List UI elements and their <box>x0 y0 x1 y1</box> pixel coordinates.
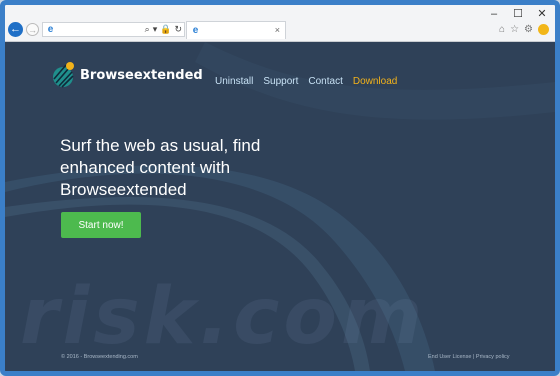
refresh-icon[interactable]: ↻ <box>174 24 182 35</box>
site-logo[interactable]: Browseextended <box>52 61 203 89</box>
window-controls: – ☐ ✕ <box>487 8 549 20</box>
close-window-icon[interactable]: ✕ <box>535 8 549 20</box>
maximize-icon[interactable]: ☐ <box>511 8 525 20</box>
back-button-icon[interactable]: ← <box>8 22 23 37</box>
address-tools: ⌕ ▾ 🔒 ↻ <box>145 24 182 35</box>
logo-globe-icon <box>52 61 74 89</box>
forward-button-icon[interactable]: → <box>26 23 39 36</box>
tab-ie-icon: e <box>192 25 199 36</box>
search-icon[interactable]: ⌕ <box>145 24 150 35</box>
minimize-icon[interactable]: – <box>487 8 501 20</box>
logo-text: Browseextended <box>80 67 203 83</box>
address-bar[interactable]: e ⌕ ▾ 🔒 ↻ <box>42 22 185 37</box>
footer-links[interactable]: End User License | Privacy policy <box>428 354 510 360</box>
hero-headline: Surf the web as usual, find enhanced con… <box>60 136 261 199</box>
ie-icon: e <box>47 24 54 35</box>
favorites-icon[interactable]: ☆ <box>510 24 519 35</box>
feedback-smiley-icon[interactable] <box>538 24 549 35</box>
browser-window: – ☐ ✕ ← → e ⌕ ▾ 🔒 ↻ e × ⌂ ☆ ⚙ risk.com B… <box>0 0 560 376</box>
nav-contact-link[interactable]: Contact <box>308 76 342 87</box>
main-nav: Uninstall Support Contact Download <box>215 76 397 87</box>
browser-tab[interactable]: e × <box>186 21 286 39</box>
lock-icon[interactable]: 🔒 <box>160 24 171 35</box>
watermark-text: risk.com <box>20 272 427 362</box>
start-now-button[interactable]: Start now! <box>61 212 141 238</box>
dropdown-icon[interactable]: ▾ <box>153 24 158 35</box>
footer-copyright: © 2016 - Browseextending.com <box>61 354 138 360</box>
browser-chrome: – ☐ ✕ ← → e ⌕ ▾ 🔒 ↻ e × ⌂ ☆ ⚙ <box>5 5 555 42</box>
settings-icon[interactable]: ⚙ <box>524 24 533 35</box>
tab-close-icon[interactable]: × <box>275 25 280 35</box>
home-icon[interactable]: ⌂ <box>499 24 505 35</box>
webpage: risk.com Browseextended Uninstall Suppor… <box>5 42 555 371</box>
nav-download-link[interactable]: Download <box>353 76 397 87</box>
nav-uninstall-link[interactable]: Uninstall <box>215 76 253 87</box>
toolbar-icons: ⌂ ☆ ⚙ <box>499 24 549 35</box>
nav-support-link[interactable]: Support <box>263 76 298 87</box>
